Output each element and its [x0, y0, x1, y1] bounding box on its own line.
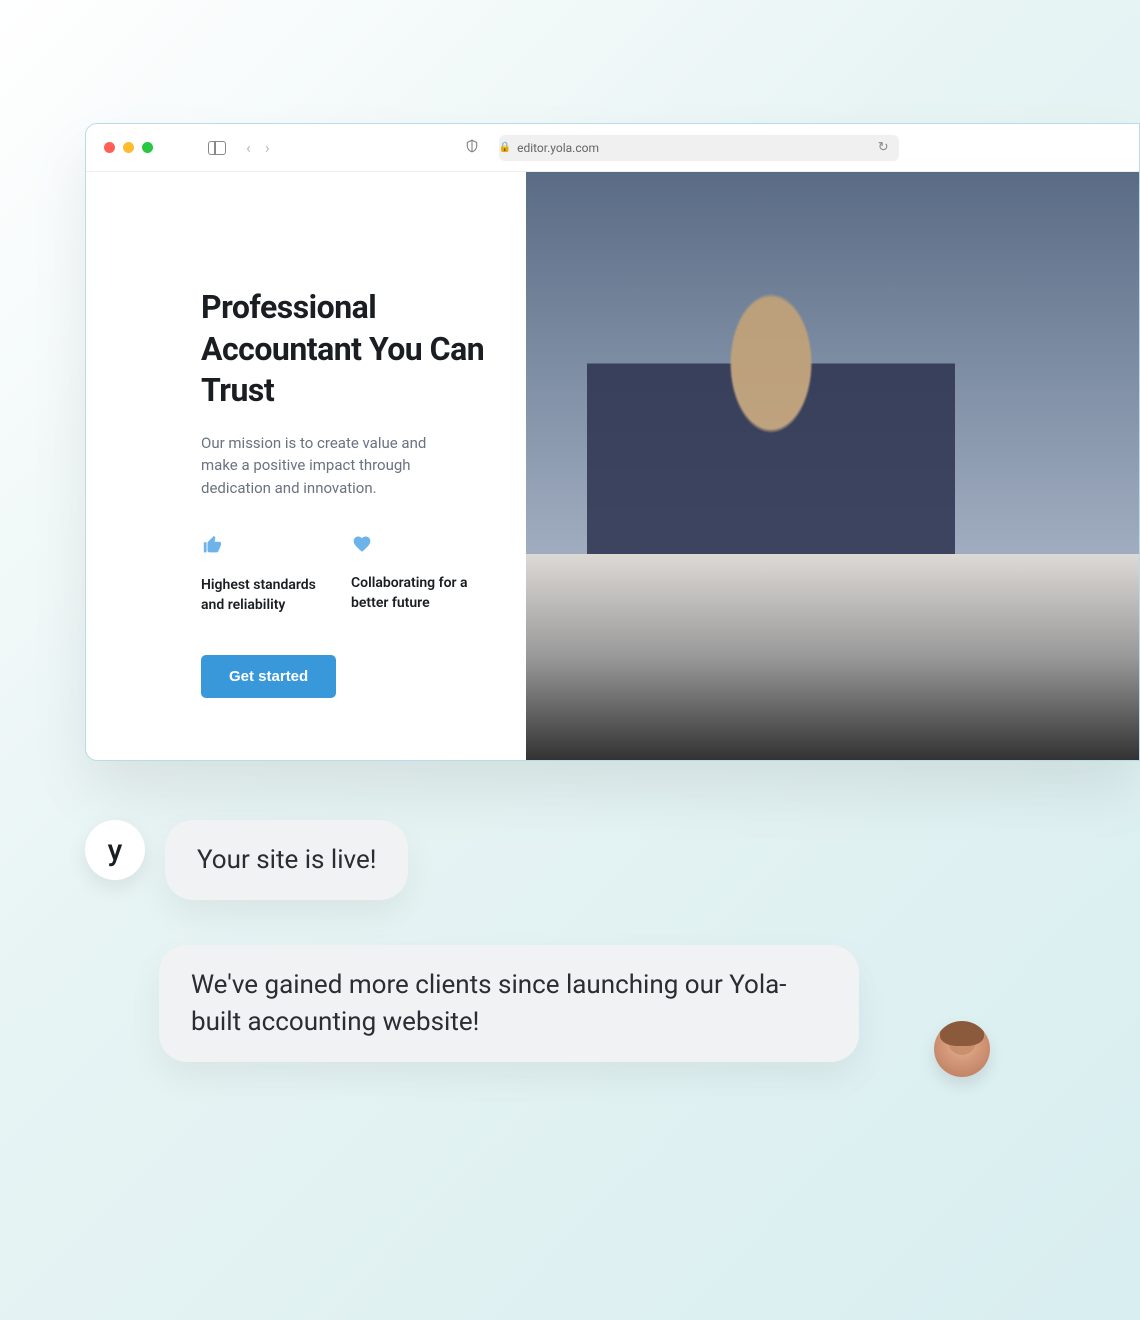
- close-window-button[interactable]: [104, 142, 115, 153]
- photo-desk: [526, 554, 1139, 760]
- avatar-initial: y: [108, 833, 123, 868]
- privacy-shield-icon[interactable]: [465, 139, 479, 157]
- feature-text: Collaborating for a better future: [351, 574, 471, 613]
- thumbs-up-icon: [201, 534, 321, 562]
- chat-section: y Your site is live! We've gained more c…: [85, 820, 940, 1107]
- heart-icon: [351, 534, 471, 560]
- yola-avatar: y: [85, 820, 145, 880]
- url-text: editor.yola.com: [517, 141, 599, 155]
- forward-button[interactable]: ›: [265, 138, 270, 157]
- hero-subtitle: Our mission is to create value and make …: [201, 432, 451, 500]
- get-started-button[interactable]: Get started: [201, 655, 336, 698]
- chat-message-text: Your site is live!: [197, 845, 376, 875]
- feature-item: Highest standards and reliability: [201, 534, 321, 615]
- chat-message-text: We've gained more clients since launchin…: [191, 970, 786, 1036]
- refresh-icon[interactable]: ↻: [878, 140, 889, 155]
- page-content: Professional Accountant You Can Trust Ou…: [86, 172, 1139, 760]
- features-row: Highest standards and reliability Collab…: [201, 534, 506, 615]
- feature-item: Collaborating for a better future: [351, 534, 471, 615]
- feature-text: Highest standards and reliability: [201, 576, 321, 615]
- traffic-lights: [104, 142, 153, 153]
- chat-message-row: We've gained more clients since launchin…: [85, 945, 940, 1062]
- chat-message-row: y Your site is live!: [85, 820, 940, 900]
- sidebar-toggle-icon[interactable]: [208, 141, 226, 155]
- maximize-window-button[interactable]: [142, 142, 153, 153]
- hero-title: Professional Accountant You Can Trust: [201, 287, 506, 412]
- back-button[interactable]: ‹: [246, 138, 251, 157]
- hero-section: Professional Accountant You Can Trust Ou…: [86, 172, 526, 760]
- lock-icon: 🔒: [499, 142, 511, 153]
- browser-window: ‹ › 🔒 editor.yola.com ↻ Professional Acc…: [85, 123, 1140, 761]
- chat-bubble: We've gained more clients since launchin…: [159, 945, 859, 1062]
- browser-chrome: ‹ › 🔒 editor.yola.com ↻: [86, 124, 1139, 172]
- chat-bubble: Your site is live!: [165, 820, 408, 900]
- hero-image: [526, 172, 1139, 760]
- address-bar[interactable]: 🔒 editor.yola.com ↻: [499, 135, 899, 161]
- user-avatar: [934, 1021, 990, 1077]
- minimize-window-button[interactable]: [123, 142, 134, 153]
